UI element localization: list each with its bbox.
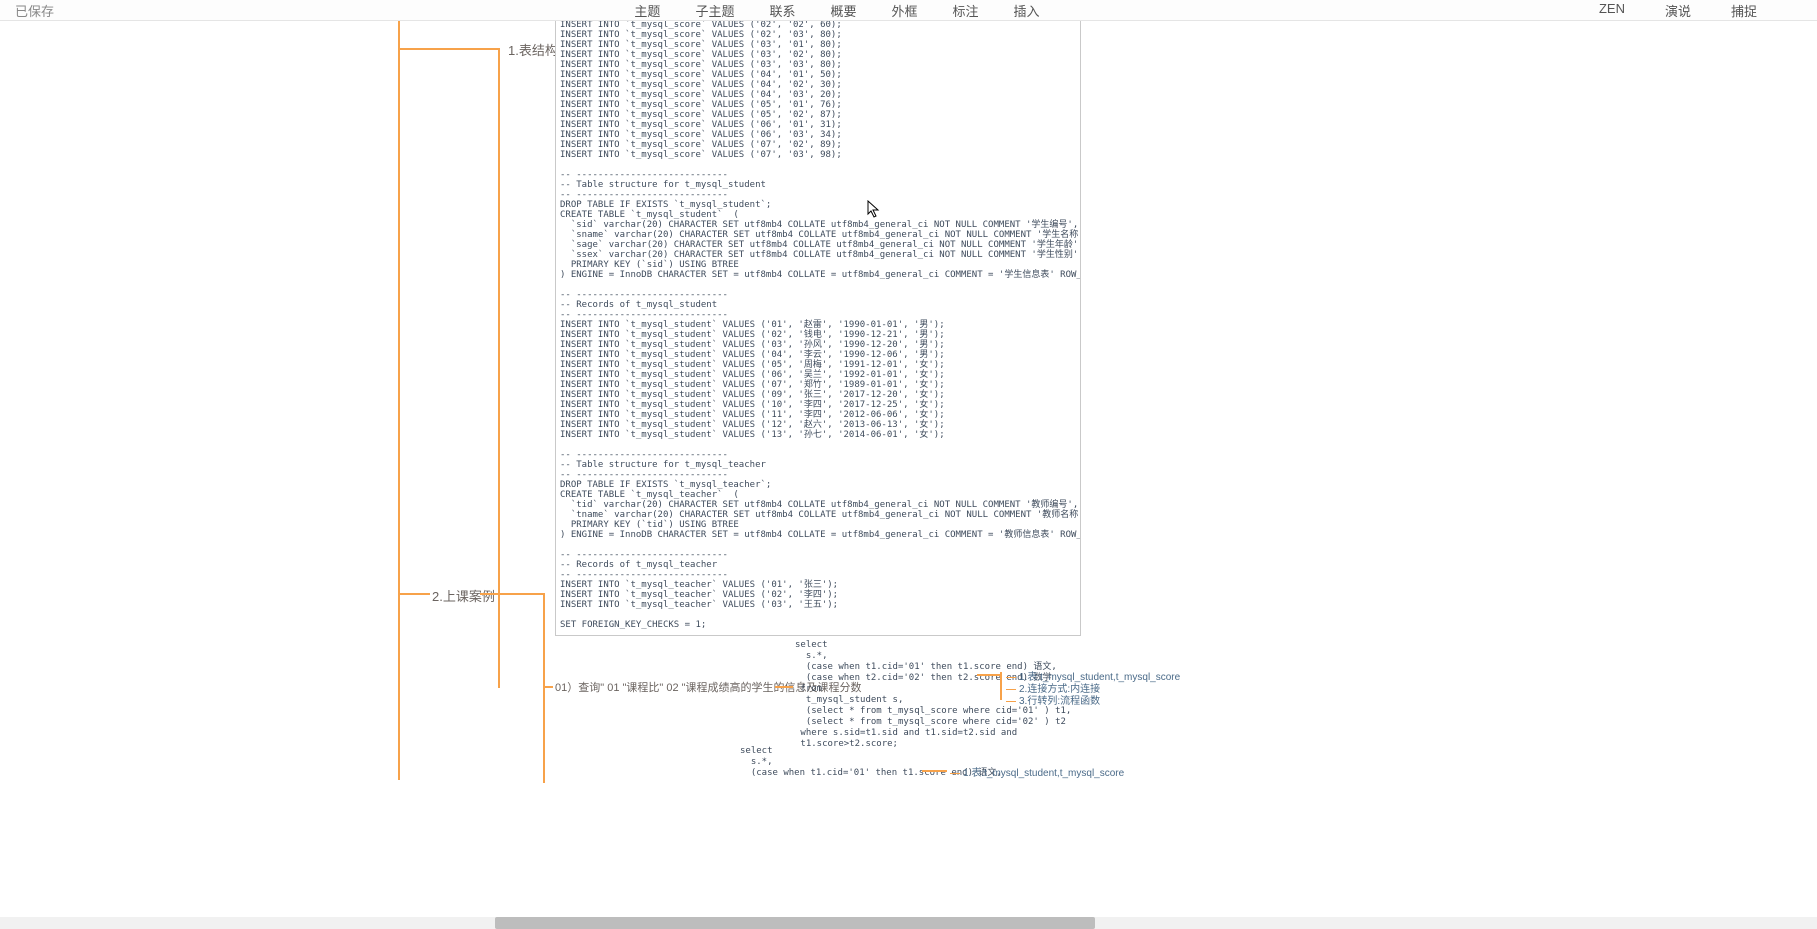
branch-2-vline <box>543 593 545 783</box>
branch-1-line <box>400 48 500 50</box>
branch-1-label[interactable]: 1.表结构 <box>508 40 558 59</box>
branch-2-label[interactable]: 2.上课案例 <box>432 586 495 605</box>
menu-summary[interactable]: 概要 <box>830 1 856 20</box>
menu-insert[interactable]: 插入 <box>1014 1 1040 20</box>
topbar: 已保存 主题 子主题 联系 概要 外框 标注 插入 ZEN 演说 捕捉 <box>0 0 1817 21</box>
menu-theme[interactable]: 主题 <box>634 1 660 20</box>
rnote-vline-1 <box>1000 672 1002 700</box>
branch-q1-conn <box>775 686 793 688</box>
present-button[interactable]: 演说 <box>1665 1 1691 20</box>
mindmap-canvas[interactable]: 1.表结构 INSERT INTO `t_mysql_score` VALUES… <box>0 0 1817 929</box>
horizontal-scrollbar[interactable] <box>0 917 1817 929</box>
topbar-center: 主题 子主题 联系 概要 外框 标注 插入 <box>75 1 1599 20</box>
branch-2-line <box>400 593 430 595</box>
menu-frame[interactable]: 外框 <box>891 1 917 20</box>
sql-code: INSERT INTO `t_mysql_score` VALUES ('01'… <box>560 0 1080 630</box>
capture-button[interactable]: 捕捉 <box>1731 1 1757 20</box>
zen-button[interactable]: ZEN <box>1599 1 1625 20</box>
sql-code-box[interactable]: INSERT INTO `t_mysql_score` VALUES ('01'… <box>555 0 1081 636</box>
scrollbar-thumb[interactable] <box>495 917 1095 929</box>
rnote-conn-1 <box>977 674 1002 676</box>
topbar-right: ZEN 演说 捕捉 <box>1599 1 1817 20</box>
rnote-3[interactable]: —3.行转列:流程函数 <box>1006 692 1100 707</box>
save-status: 已保存 <box>0 1 75 20</box>
branch-2-hline <box>480 593 543 595</box>
menu-relation[interactable]: 联系 <box>769 1 795 20</box>
menu-annotate[interactable]: 标注 <box>953 1 979 20</box>
rnote-conn-2 <box>922 770 947 772</box>
menu-subtheme[interactable]: 子主题 <box>695 1 734 20</box>
rnote-4[interactable]: —1.表:t_mysql_student,t_mysql_score <box>950 764 1124 779</box>
branch-q1-line <box>543 686 553 688</box>
branch-1-vline <box>498 48 500 688</box>
spine-line <box>398 0 400 780</box>
